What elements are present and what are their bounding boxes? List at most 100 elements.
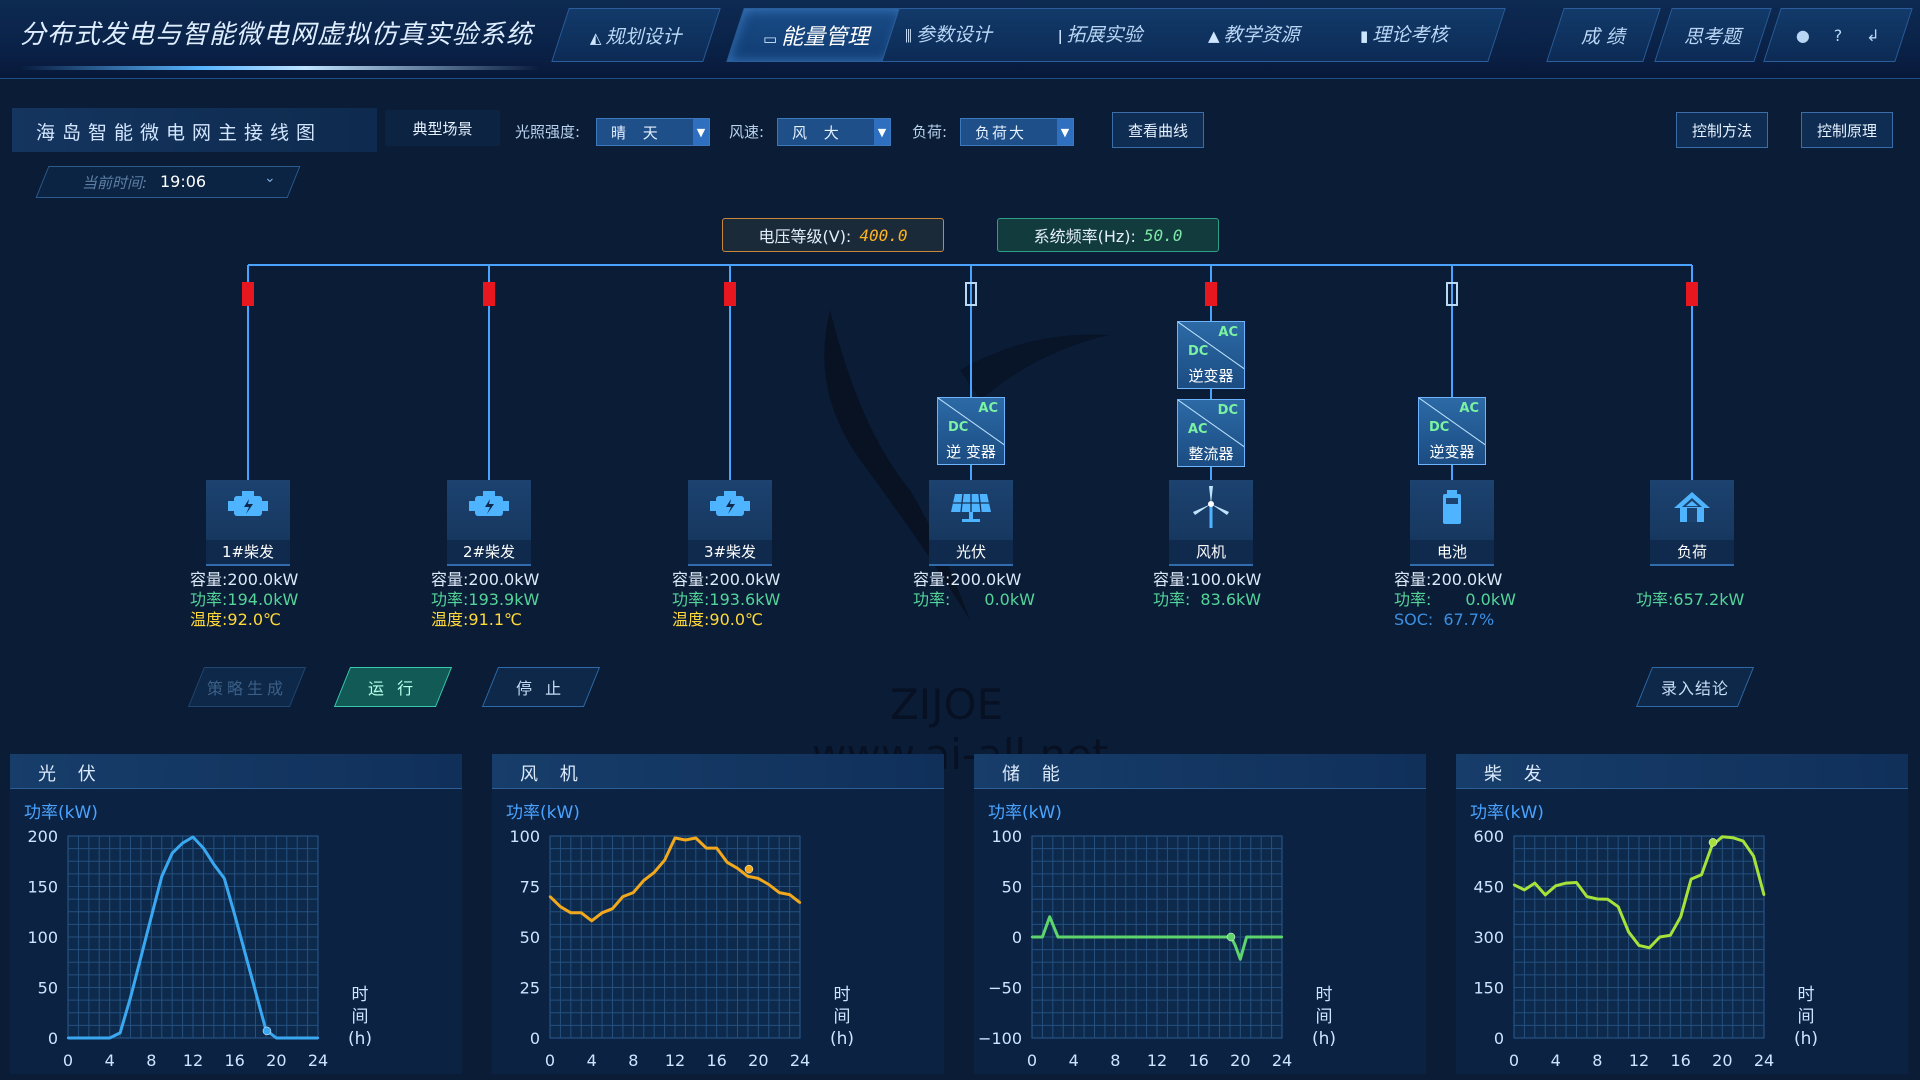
data-point (1648, 946, 1651, 949)
data-point (1041, 935, 1044, 939)
wind-turbine-icon (1169, 486, 1253, 532)
tab-thinking-questions[interactable]: 思考题 (1654, 8, 1772, 62)
y-tick-label: 0 (1012, 928, 1022, 947)
device-pv[interactable]: 光伏 (929, 480, 1013, 566)
graduation-cap-icon: ▲ (1208, 27, 1220, 45)
current-time-marker (744, 864, 754, 874)
breaker-wind[interactable] (1205, 282, 1217, 306)
device-load[interactable]: 负荷 (1650, 480, 1734, 566)
pv-inverter[interactable]: AC DC 逆 变器 (937, 397, 1005, 465)
load-select[interactable]: 负荷大 ▼ (960, 118, 1074, 146)
data-point (777, 891, 781, 894)
x-tick-label: 0 (1027, 1051, 1037, 1070)
chevron-down-icon: ▼ (693, 119, 709, 145)
tab-theory-assessment[interactable]: ▮ 理论考核 (1360, 20, 1448, 47)
device-wind-turbine[interactable]: 风机 (1169, 480, 1253, 566)
run-button[interactable]: 运 行 (333, 667, 453, 707)
diesel-engine-icon (206, 490, 290, 526)
current-time-marker (1226, 932, 1236, 942)
tab-scores[interactable]: 成 绩 (1546, 8, 1661, 62)
record-conclusion-button[interactable]: 录入结论 (1635, 667, 1755, 707)
wind-speed-select[interactable]: 风 大 ▼ (777, 118, 891, 146)
y-tick-label: 150 (1473, 979, 1504, 998)
light-intensity-select[interactable]: 晴 天 ▼ (596, 118, 710, 146)
data-point (580, 911, 583, 914)
battery-inverter[interactable]: AC DC 逆变器 (1418, 397, 1486, 465)
data-point (66, 1036, 70, 1040)
data-point (202, 846, 205, 850)
x-tick-label: 20 (1712, 1051, 1732, 1070)
data-point (243, 951, 247, 955)
data-point (1741, 839, 1745, 843)
breaker-pv[interactable] (965, 282, 977, 306)
breaker-load[interactable] (1686, 282, 1698, 306)
chart-panel-wind: 风 机 功率(kW) 0 25 50 75 100 0 4 8 12 16 20 24 时间 (h) (492, 754, 944, 1074)
data-point (1245, 935, 1248, 939)
data-point (1512, 883, 1516, 887)
breaker-diesel-3[interactable] (724, 282, 736, 306)
user-icon[interactable]: ● (1796, 26, 1810, 45)
data-point (1048, 915, 1051, 918)
tab-parameter-design[interactable]: ⫼ 参数设计 (905, 20, 992, 47)
data-point (275, 1036, 278, 1040)
exit-icon[interactable]: ↲ (1867, 26, 1880, 45)
view-curve-button[interactable]: 查看曲线 (1112, 112, 1204, 148)
tab-energy-management[interactable]: ▭ 能量管理 (726, 8, 906, 62)
diesel-engine-icon (688, 490, 772, 526)
data-point (233, 913, 236, 916)
x-tick-label: 4 (105, 1051, 115, 1070)
solar-panel-icon (929, 490, 1013, 528)
tab-extended-experiment[interactable]: ǀ 拓展实验 (1058, 20, 1142, 47)
data-point (1072, 935, 1075, 939)
control-method-button[interactable]: 控制方法 (1676, 112, 1768, 148)
data-point (1585, 895, 1589, 898)
data-point (642, 879, 645, 882)
data-point (1233, 943, 1237, 947)
data-point (663, 859, 666, 862)
strategy-generate-button[interactable]: 策略生成 (187, 667, 307, 707)
x-axis-unit: (h) (830, 1029, 854, 1049)
data-point (1700, 873, 1703, 876)
y-tick-label: 50 (38, 979, 58, 998)
data-point (1554, 884, 1557, 888)
wind-rectifier[interactable]: DC AC 整流器 (1177, 399, 1245, 467)
breaker-battery[interactable] (1446, 282, 1458, 306)
control-principle-button[interactable]: 控制原理 (1801, 112, 1893, 148)
monitor-chart-icon: ▭ (762, 30, 778, 48)
device-diesel-2[interactable]: 2#柴发 (447, 480, 531, 566)
chevron-down-icon: ⌄ (264, 170, 276, 186)
data-point (725, 861, 729, 864)
data-point (673, 836, 677, 840)
breaker-diesel-2[interactable] (483, 282, 495, 306)
chevron-down-icon: ▼ (874, 119, 890, 145)
x-tick-label: 4 (1069, 1051, 1079, 1070)
x-axis-unit: (h) (348, 1029, 372, 1049)
data-point (621, 895, 625, 898)
data-point (1239, 958, 1242, 961)
data-point (1679, 915, 1682, 918)
typical-scenario-button[interactable]: 典型场景 (385, 110, 500, 146)
x-axis-label: 间 (1798, 1007, 1815, 1027)
help-icon[interactable]: ? (1834, 26, 1843, 45)
header-icon-group: ● ? ↲ (1763, 8, 1913, 62)
battery-icon (1410, 490, 1494, 530)
wind-inverter[interactable]: AC DC 逆变器 (1177, 321, 1245, 389)
data-point (170, 851, 174, 855)
x-tick-label: 12 (665, 1051, 685, 1070)
stop-button[interactable]: 停 止 (481, 667, 601, 707)
tab-planning-design[interactable]: ◭ 规划设计 (551, 8, 721, 62)
device-battery[interactable]: 电池 (1410, 480, 1494, 566)
tab-teaching-resources[interactable]: ▲ 教学资源 (1208, 20, 1300, 47)
stats-diesel-1: 容量:200.0kW 功率:194.0kW 温度:92.0℃ (190, 570, 299, 629)
data-point (1062, 935, 1065, 939)
title-underline-glow (20, 66, 540, 70)
chart-title: 储 能 (1002, 764, 1068, 785)
breaker-diesel-1[interactable] (242, 282, 254, 306)
data-point (684, 838, 687, 842)
y-tick-label: 200 (27, 827, 58, 846)
device-diesel-3[interactable]: 3#柴发 (688, 480, 772, 566)
chart-panel-diesel: 柴 发 功率(kW) 0 150 300 450 600 0 4 8 12 16 20 24 时间 (h) (1456, 754, 1908, 1074)
device-diesel-1[interactable]: 1#柴发 (206, 480, 290, 566)
x-tick-label: 0 (545, 1051, 555, 1070)
y-tick-label: 150 (27, 878, 58, 897)
